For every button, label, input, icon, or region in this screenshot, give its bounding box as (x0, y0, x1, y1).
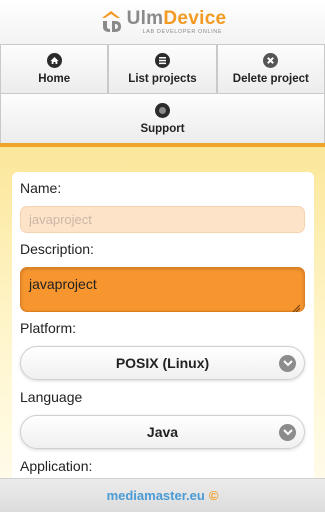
language-value: Java (146, 424, 179, 440)
description-field[interactable]: javaproject (20, 267, 305, 313)
resize-grip-icon[interactable] (292, 299, 301, 313)
chevron-down-icon (279, 355, 296, 372)
nav-list-projects-label: List projects (128, 73, 197, 85)
name-label: Name: (20, 180, 62, 196)
platform-select[interactable]: POSIX (Linux) (20, 346, 305, 380)
ud-logo-icon (99, 10, 125, 34)
name-field[interactable] (20, 206, 305, 233)
chevron-down-icon (279, 424, 296, 441)
brand-name-part2: Device (163, 7, 227, 29)
language-label: Language (20, 389, 83, 405)
nav-delete-project-label: Delete project (232, 73, 309, 85)
nav-home[interactable]: Home (0, 44, 109, 94)
application-label: Application: (20, 458, 93, 474)
description-label: Description: (20, 241, 94, 257)
description-value: javaproject (29, 276, 97, 292)
nav-list-projects[interactable]: List projects (108, 44, 217, 94)
support-icon (155, 102, 170, 118)
copyright-symbol: © (208, 488, 219, 503)
home-icon (46, 53, 62, 68)
app-header: UlmDevice LAB DEVELOPER ONLINE (0, 0, 325, 44)
brand-tagline: LAB DEVELOPER ONLINE (142, 28, 223, 35)
platform-value: POSIX (Linux) (115, 355, 210, 371)
language-select[interactable]: Java (20, 415, 305, 449)
brand-logo[interactable]: UlmDevice LAB DEVELOPER ONLINE (99, 9, 227, 36)
footer: mediamaster.eu © (0, 478, 325, 512)
platform-label: Platform: (20, 320, 77, 336)
brand-name-part1: Ulm (126, 7, 164, 29)
delete-icon (263, 53, 279, 68)
nav-home-label: Home (38, 73, 71, 85)
footer-site-link[interactable]: mediamaster.eu (107, 488, 205, 503)
nav-support[interactable]: Support (0, 94, 325, 144)
nav-support-label: Support (140, 122, 185, 135)
nav-delete-project[interactable]: Delete project (216, 44, 325, 94)
nav-bar: Home List projects Delete project Suppor… (0, 44, 325, 144)
list-icon (154, 53, 170, 68)
